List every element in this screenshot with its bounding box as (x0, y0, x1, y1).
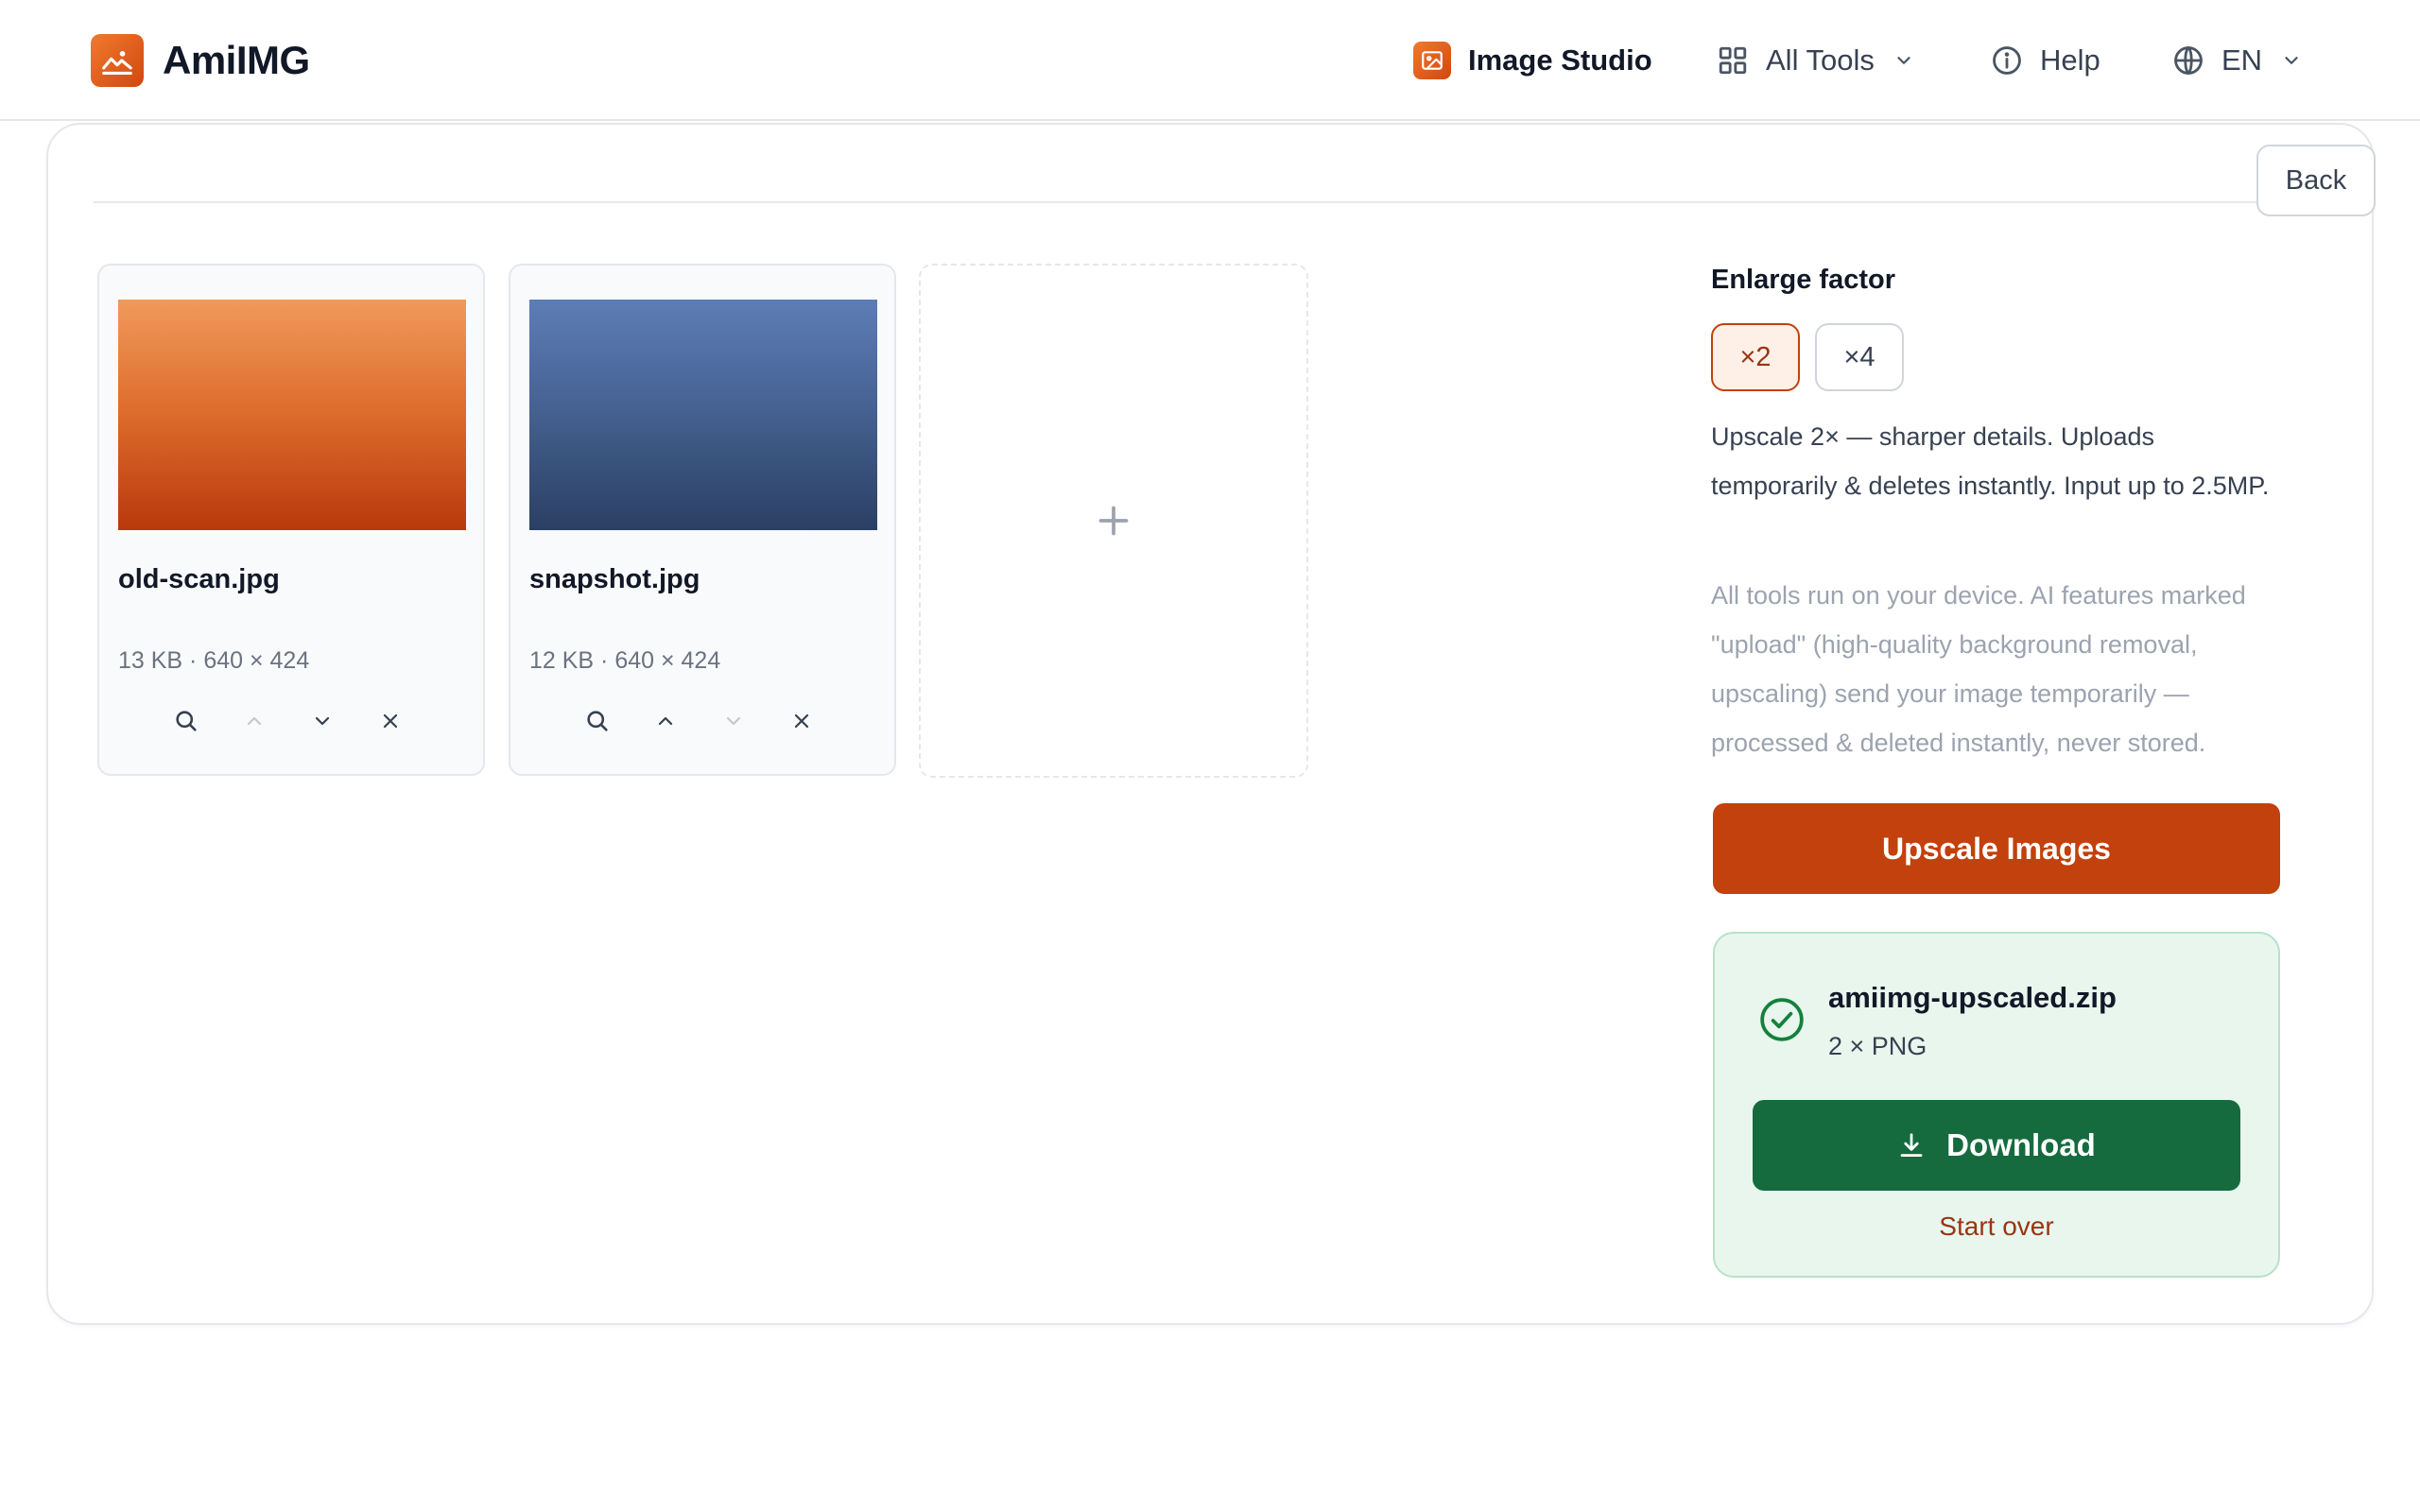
file-name: snapshot.jpg (529, 564, 700, 594)
upscale-images-button[interactable]: Upscale Images (1713, 803, 2280, 894)
file-actions (582, 700, 817, 742)
nav-image-studio-label: Image Studio (1468, 43, 1652, 77)
zoom-icon[interactable] (171, 700, 201, 742)
enlarge-factor-group: ×2 ×4 (1711, 323, 1904, 391)
remove-icon[interactable] (375, 700, 406, 742)
brand-logo-icon (91, 34, 144, 87)
factor-description: Upscale 2× — sharper details. Uploads te… (1711, 422, 2270, 500)
download-button[interactable]: Download (1753, 1100, 2240, 1191)
file-thumbnail (118, 300, 466, 530)
brand-name: AmiIMG (163, 38, 310, 82)
factor-2x-button[interactable]: ×2 (1711, 323, 1800, 391)
back-button[interactable]: Back (2256, 145, 2376, 216)
result-filename: amiimg-upscaled.zip (1828, 981, 2117, 1014)
file-meta: 13 KB · 640 × 424 (118, 647, 310, 674)
globe-icon (2172, 44, 2204, 77)
move-up-icon[interactable] (650, 700, 681, 742)
chevron-down-icon (1893, 50, 1914, 71)
move-down-icon[interactable] (307, 700, 337, 742)
file-card-snapshot[interactable]: snapshot.jpg 12 KB · 640 × 424 (509, 264, 896, 776)
privacy-note: All tools run on your device. AI feature… (1711, 581, 2246, 757)
nav-image-studio[interactable]: Image Studio (1413, 0, 1652, 121)
chevron-down-icon (2281, 50, 2302, 71)
file-meta: 12 KB · 640 × 424 (529, 647, 721, 674)
download-icon (1897, 1131, 1926, 1160)
plus-icon (1097, 504, 1131, 538)
nav-help-label: Help (2040, 43, 2100, 77)
language-label: EN (2221, 43, 2263, 77)
zoom-icon[interactable] (582, 700, 613, 742)
enlarge-factor-label: Enlarge factor (1711, 265, 1895, 295)
grid-icon (1717, 44, 1749, 77)
brand[interactable]: AmiIMG (91, 34, 310, 87)
factor-4x-button[interactable]: ×4 (1815, 323, 1904, 391)
check-circle-icon (1758, 996, 1806, 1043)
file-thumbnail (529, 300, 877, 530)
download-label: Download (1946, 1127, 2096, 1162)
file-actions (171, 700, 406, 742)
info-icon (1991, 44, 2023, 77)
add-image-tile[interactable] (919, 264, 1308, 778)
nav-help[interactable]: Help (1991, 0, 2100, 121)
file-card-old-scan[interactable]: old-scan.jpg 13 KB · 640 × 424 (97, 264, 485, 776)
move-up-icon[interactable] (239, 700, 269, 742)
result-panel: amiimg-upscaled.zip 2 × PNG Download Sta… (1713, 932, 2280, 1278)
result-summary: 2 × PNG (1828, 1032, 1927, 1060)
move-down-icon[interactable] (718, 700, 749, 742)
nav-all-tools[interactable]: All Tools (1717, 0, 1914, 121)
file-name: old-scan.jpg (118, 564, 280, 594)
language-selector[interactable]: EN (2172, 0, 2302, 121)
app-header: AmiIMG Image Studio All Tools Help EN (0, 0, 2420, 121)
divider (94, 201, 2328, 203)
nav-all-tools-label: All Tools (1766, 43, 1875, 77)
remove-icon[interactable] (786, 700, 817, 742)
image-studio-icon (1413, 42, 1451, 79)
start-over-link[interactable]: Start over (1715, 1211, 2278, 1242)
